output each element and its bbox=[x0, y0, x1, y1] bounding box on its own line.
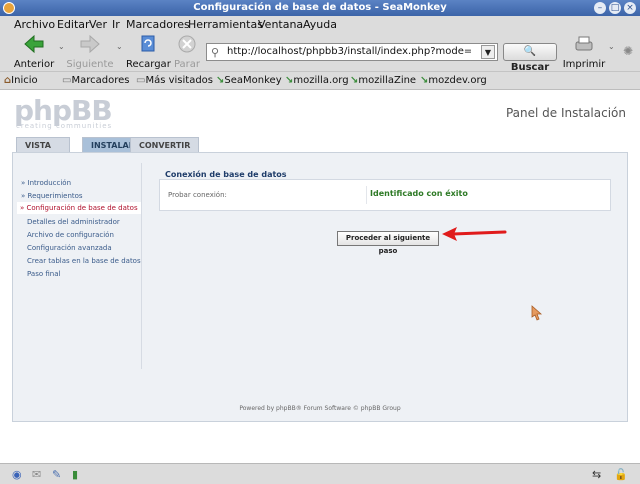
maximize-icon[interactable]: □ bbox=[609, 2, 621, 14]
proceed-button[interactable]: Proceder al siguiente paso bbox=[337, 231, 439, 255]
page-footer: Powered by phpBB® Forum Software © phpBB… bbox=[239, 405, 401, 412]
phpbb-logo-tagline: creating communities bbox=[16, 122, 113, 130]
print-dropdown-icon[interactable]: ⌄ bbox=[608, 42, 615, 51]
sidebar-item-detalles-admin: Detalles del administrador bbox=[27, 218, 120, 226]
minimize-icon[interactable]: – bbox=[594, 2, 606, 14]
sidebar-item-config-avanzada: Configuración avanzada bbox=[27, 244, 112, 252]
bookmark-mozdev[interactable]: ↘mozdev.org bbox=[420, 75, 487, 86]
menu-herramientas[interactable]: Herramientas bbox=[188, 18, 263, 31]
printer-icon bbox=[575, 36, 593, 51]
sidebar-item-paso-final: Paso final bbox=[27, 270, 61, 278]
bookmark-marcadores[interactable]: ▭Marcadores bbox=[62, 75, 129, 86]
back-dropdown-icon[interactable]: ⌄ bbox=[58, 42, 65, 51]
sidebar-divider bbox=[141, 163, 142, 369]
sidebar-item-archivo-config: Archivo de configuración bbox=[27, 231, 114, 239]
reload-icon bbox=[141, 35, 155, 52]
red-arrow-annotation-icon bbox=[442, 227, 507, 241]
mouse-cursor-icon bbox=[531, 305, 543, 321]
bookmark-mozilla-org[interactable]: ↘mozilla.org bbox=[285, 75, 349, 86]
mail-icon[interactable]: ✉ bbox=[32, 468, 41, 481]
menu-ayuda[interactable]: Ayuda bbox=[303, 18, 337, 31]
menu-ventana[interactable]: Ventana bbox=[258, 18, 303, 31]
stop-button[interactable]: Parar bbox=[172, 34, 202, 70]
sidebar-item-crear-tablas: Crear tablas en la base de datos bbox=[27, 257, 141, 265]
sidebar-item-requerimientos[interactable]: » Requerimientos bbox=[21, 192, 83, 200]
panel-title: Panel de Instalación bbox=[505, 106, 626, 120]
install-panel: » Introducción » Requerimientos » Config… bbox=[12, 152, 628, 422]
page-info-icon: ⚲ bbox=[211, 46, 220, 59]
tab-vista-global[interactable]: Vista global bbox=[16, 137, 70, 166]
bookmark-mas-visitados[interactable]: ▭Más visitados bbox=[136, 75, 213, 86]
forward-arrow-icon bbox=[80, 34, 100, 54]
search-button[interactable]: 🔍 Buscar bbox=[503, 43, 557, 73]
tab-convertir[interactable]: Convertir bbox=[130, 137, 200, 153]
menu-archivo[interactable]: Archivo bbox=[14, 18, 55, 31]
url-dropdown-icon[interactable]: ▼ bbox=[481, 45, 495, 59]
test-connection-label: Probar conexión: bbox=[168, 191, 227, 199]
menu-ver[interactable]: Ver bbox=[89, 18, 107, 31]
window-titlebar: Configuración de base de datos - SeaMonk… bbox=[0, 0, 640, 16]
bookmark-seamonkey[interactable]: ↘SeaMonkey bbox=[216, 75, 282, 86]
bookmark-mozillazine[interactable]: ↘mozillaZine bbox=[350, 75, 416, 86]
url-field[interactable]: ⚲ http://localhost/phpbb3/install/index.… bbox=[206, 43, 498, 61]
stop-icon bbox=[178, 35, 196, 53]
throbber-icon: ✺ bbox=[622, 44, 634, 58]
page-content: phpBB creating communities Panel de Inst… bbox=[0, 90, 640, 463]
close-icon[interactable]: × bbox=[624, 2, 636, 14]
menu-bar: Archivo Editar Ver Ir Marcadores Herrami… bbox=[0, 16, 640, 32]
bookmark-inicio[interactable]: ⌂Inicio bbox=[4, 75, 38, 86]
status-bar: ◉ ✉ ✎ ▮ ⇆ 🔓 bbox=[0, 463, 640, 484]
security-lock-icon: 🔓 bbox=[614, 468, 628, 481]
chatzilla-icon[interactable]: ▮ bbox=[72, 468, 78, 481]
fieldset-title: Conexión de base de datos bbox=[165, 170, 287, 179]
online-status-icon[interactable]: ⇆ bbox=[592, 468, 601, 481]
window-title: Configuración de base de datos - SeaMonk… bbox=[193, 2, 447, 13]
url-text: http://localhost/phpbb3/install/index.ph… bbox=[227, 46, 471, 57]
navigation-toolbar: Anterior ⌄ Siguiente ⌄ Recargar Parar ⚲ … bbox=[0, 32, 640, 73]
page-header: phpBB creating communities Panel de Inst… bbox=[0, 90, 640, 136]
composer-icon[interactable]: ✎ bbox=[52, 468, 61, 481]
connection-fieldset: Probar conexión: Identificado con éxito bbox=[159, 179, 611, 211]
forward-button[interactable]: Siguiente bbox=[66, 34, 114, 70]
navigator-icon[interactable]: ◉ bbox=[12, 468, 22, 481]
sidebar-item-current[interactable]: » Configuración de base de datos bbox=[17, 202, 141, 214]
back-button[interactable]: Anterior bbox=[12, 34, 56, 70]
fieldset-divider bbox=[366, 186, 367, 204]
test-connection-result: Identificado con éxito bbox=[370, 189, 468, 198]
menu-ir[interactable]: Ir bbox=[112, 18, 120, 31]
back-arrow-icon bbox=[24, 34, 44, 54]
menu-marcadores[interactable]: Marcadores bbox=[126, 18, 190, 31]
print-button[interactable]: Imprimir bbox=[562, 34, 606, 70]
personal-toolbar: ⌂Inicio ▭Marcadores ▭Más visitados ↘SeaM… bbox=[0, 72, 640, 90]
search-icon: 🔍 bbox=[523, 46, 537, 57]
sidebar-item-introduccion[interactable]: » Introducción bbox=[21, 179, 71, 187]
reload-button[interactable]: Recargar bbox=[126, 34, 171, 70]
forward-dropdown-icon[interactable]: ⌄ bbox=[116, 42, 123, 51]
menu-editar[interactable]: Editar bbox=[57, 18, 90, 31]
